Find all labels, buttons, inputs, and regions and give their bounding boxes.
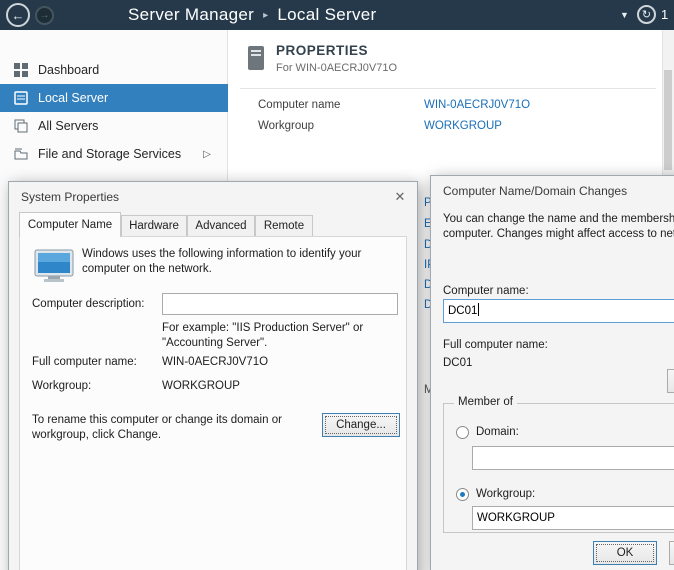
domain-input[interactable] xyxy=(472,446,674,470)
properties-subheading: For WIN-0AECRJ0V71O xyxy=(276,62,397,74)
properties-tile-icon xyxy=(247,45,265,76)
ok-button[interactable]: OK xyxy=(593,541,657,565)
tab-intro-text: Windows uses the following information t… xyxy=(82,247,396,277)
tab-remote[interactable]: Remote xyxy=(255,215,313,237)
chevron-down-icon[interactable]: ▼ xyxy=(620,10,629,20)
breadcrumb: Server Manager ▸ Local Server xyxy=(128,0,376,30)
rename-hint-line2: workgroup, click Change. xyxy=(32,428,161,443)
servers-icon xyxy=(14,119,28,133)
tab-hardware[interactable]: Hardware xyxy=(121,215,187,237)
property-label: Computer name xyxy=(258,99,340,111)
workgroup-link[interactable]: WORKGROUP xyxy=(424,120,502,132)
domain-radio-label: Domain: xyxy=(476,425,519,440)
breadcrumb-root[interactable]: Server Manager xyxy=(128,5,254,25)
dialog-intro-line2: computer. Changes might affect access to… xyxy=(443,227,674,242)
title-bar: ← → Server Manager ▸ Local Server ▼ ↻ 1 xyxy=(0,0,674,30)
monitor-icon xyxy=(34,249,74,288)
more-button-clipped[interactable] xyxy=(667,369,674,393)
tab-computer-name[interactable]: Computer Name xyxy=(19,212,121,237)
member-of-label: Member of xyxy=(454,396,517,408)
workgroup-label: Workgroup: xyxy=(32,379,91,394)
property-label: Workgroup xyxy=(258,120,314,132)
sidebar-item-all-servers[interactable]: All Servers xyxy=(0,112,228,140)
expand-arrow-icon[interactable]: ▷ xyxy=(203,149,211,160)
close-icon[interactable]: ✕ xyxy=(389,187,411,207)
member-of-group: Member of Domain: Workgroup: WORKGROUP xyxy=(443,403,674,533)
properties-heading: PROPERTIES xyxy=(276,43,368,58)
refresh-icon[interactable]: ↻ xyxy=(637,5,656,24)
system-properties-dialog: System Properties ✕ Computer Name Hardwa… xyxy=(8,181,418,570)
notification-count[interactable]: 1 xyxy=(661,7,668,22)
computer-description-label: Computer description: xyxy=(32,297,145,312)
sidebar-item-label: Local Server xyxy=(38,91,108,105)
workgroup-radio[interactable] xyxy=(456,488,469,501)
sidebar-item-label: Dashboard xyxy=(38,63,99,77)
full-computer-name-label: Full computer name: xyxy=(443,338,548,353)
properties-divider xyxy=(240,88,656,89)
dialog-title: Computer Name/Domain Changes xyxy=(443,184,627,198)
computer-name-tab-page: Windows uses the following information t… xyxy=(19,236,407,570)
full-computer-name-label: Full computer name: xyxy=(32,355,137,370)
breadcrumb-separator-icon: ▸ xyxy=(263,10,268,21)
workgroup-input[interactable]: WORKGROUP xyxy=(472,506,674,530)
description-example-line1: For example: "IIS Production Server" or xyxy=(162,321,363,336)
sidebar-item-file-storage-services[interactable]: File and Storage Services ▷ xyxy=(0,140,228,168)
description-example-line2: "Accounting Server". xyxy=(162,336,267,351)
dialog-intro-line1: You can change the name and the membersh… xyxy=(443,212,674,227)
back-button[interactable]: ← xyxy=(6,3,30,27)
sidebar-item-label: All Servers xyxy=(38,119,98,133)
name-domain-changes-dialog: Computer Name/Domain Changes You can cha… xyxy=(430,175,674,570)
sidebar-item-label: File and Storage Services xyxy=(38,147,181,161)
computer-name-link[interactable]: WIN-0AECRJ0V71O xyxy=(424,99,530,111)
change-button[interactable]: Change... xyxy=(322,413,400,437)
cancel-button-clipped[interactable] xyxy=(669,541,674,565)
forward-button[interactable]: → xyxy=(35,6,54,25)
tab-advanced[interactable]: Advanced xyxy=(187,215,255,237)
server-manager-window: ← → Server Manager ▸ Local Server ▼ ↻ 1 … xyxy=(0,0,674,570)
rename-hint-line1: To rename this computer or change its do… xyxy=(32,413,282,428)
dialog-title: System Properties xyxy=(21,190,119,204)
text-cursor xyxy=(478,303,479,316)
domain-radio[interactable] xyxy=(456,426,469,439)
computer-name-input[interactable]: DC01 xyxy=(443,299,674,323)
scrollbar-thumb[interactable] xyxy=(664,70,672,170)
full-computer-name-value: WIN-0AECRJ0V71O xyxy=(162,355,268,370)
computer-name-label: Computer name: xyxy=(443,284,529,299)
file-storage-icon xyxy=(14,147,28,161)
server-icon xyxy=(14,91,28,105)
breadcrumb-current[interactable]: Local Server xyxy=(277,5,376,25)
computer-description-input[interactable] xyxy=(162,293,398,315)
full-computer-name-value: DC01 xyxy=(443,356,472,371)
sidebar-item-dashboard[interactable]: Dashboard xyxy=(0,56,228,84)
sidebar-item-local-server[interactable]: Local Server xyxy=(0,84,228,112)
dashboard-icon xyxy=(14,63,28,77)
workgroup-value: WORKGROUP xyxy=(162,379,240,394)
workgroup-radio-label: Workgroup: xyxy=(476,487,535,502)
